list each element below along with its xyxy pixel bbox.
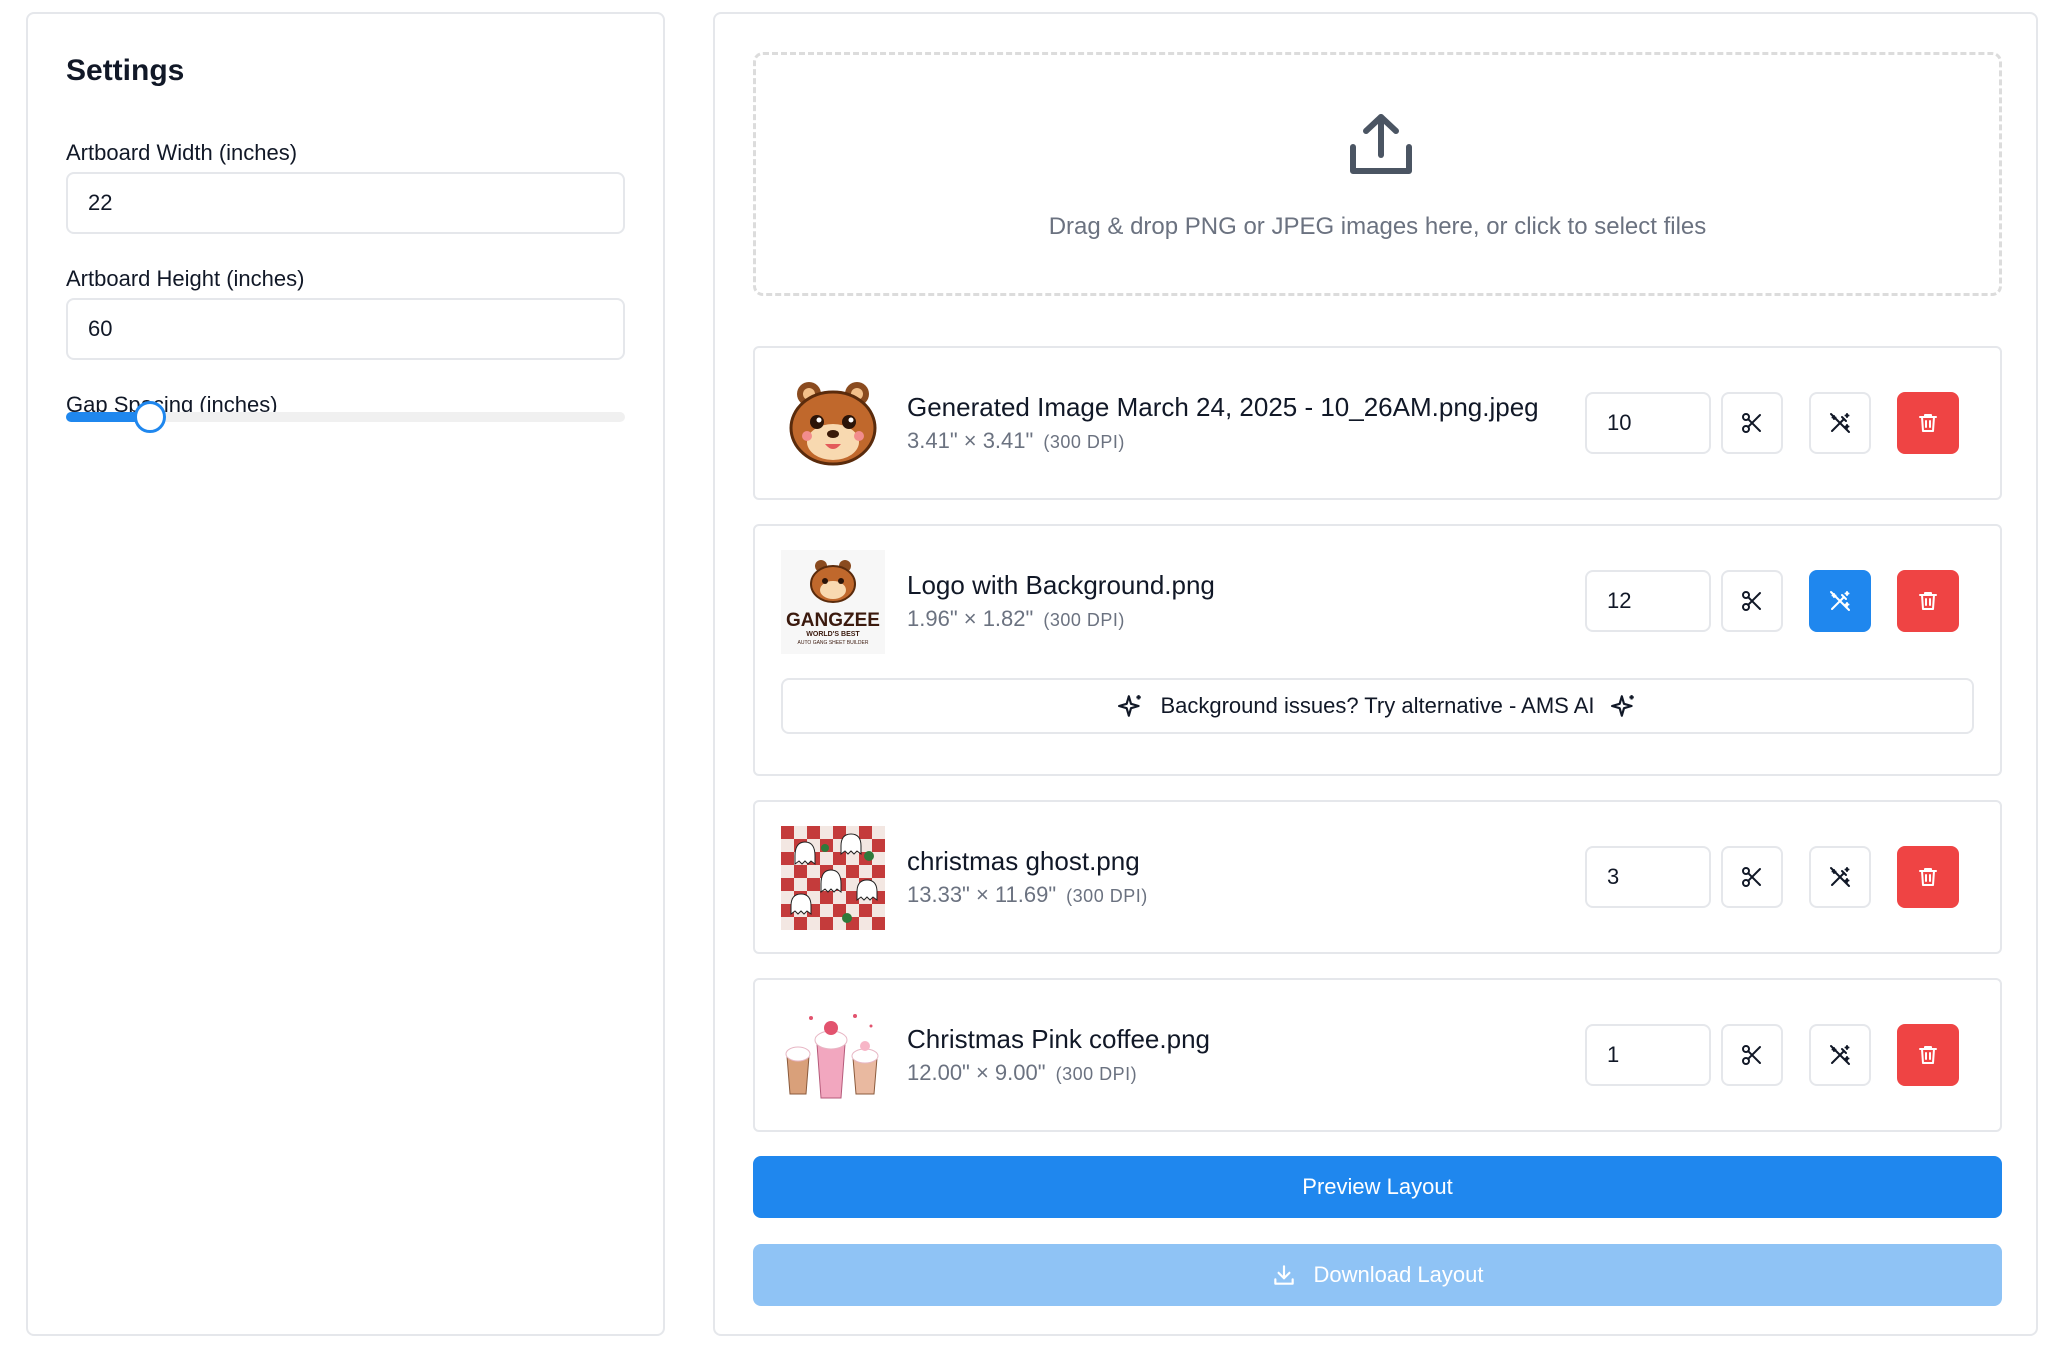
settings-panel: Settings Artboard Width (inches) Artboar… (26, 12, 665, 1336)
trash-icon (1919, 1046, 1937, 1064)
file-name: Generated Image March 24, 2025 - 10_26AM… (907, 392, 1539, 422)
file-dimensions: 3.41" × 3.41" (300 DPI) (907, 428, 1125, 453)
file-name: Christmas Pink coffee.png (907, 1024, 1210, 1054)
quantity-input[interactable] (1585, 846, 1711, 908)
file-card: christmas ghost.png 13.33" × 11.69" (300 … (753, 800, 2002, 954)
download-icon (1274, 1265, 1295, 1285)
artboard-height-label: Artboard Height (inches) (66, 266, 305, 291)
logo-thumbnail: GANGZEE WORLD'S BEST AUTO GANG SHEET BUI… (781, 550, 885, 654)
crop-button[interactable] (1721, 846, 1783, 908)
remove-background-button[interactable] (1809, 1024, 1871, 1086)
crop-button[interactable] (1721, 1024, 1783, 1086)
file-dimensions: 1.96" × 1.82" (300 DPI) (907, 606, 1125, 631)
upload-dropzone[interactable]: Drag & drop PNG or JPEG images here, or … (753, 52, 2002, 296)
artboard-width-input[interactable] (66, 172, 625, 234)
crop-button[interactable] (1721, 392, 1783, 454)
remove-background-button[interactable] (1809, 570, 1871, 632)
remove-background-button[interactable] (1809, 392, 1871, 454)
upload-icon (1350, 114, 1412, 174)
file-dimensions: 13.33" × 11.69" (300 DPI) (907, 882, 1148, 907)
pink-coffee-thumbnail (781, 1004, 885, 1108)
file-name: christmas ghost.png (907, 846, 1140, 876)
file-dimensions: 12.00" × 9.00" (300 DPI) (907, 1060, 1138, 1085)
squirrel-thumbnail (789, 382, 877, 466)
scissors-icon (1742, 867, 1761, 887)
remove-background-button[interactable] (1809, 846, 1871, 908)
preview-layout-button[interactable]: Preview Layout (753, 1156, 2002, 1218)
file-name: Logo with Background.png (907, 570, 1215, 600)
delete-button[interactable] (1897, 846, 1959, 908)
gap-spacing-slider[interactable] (66, 401, 625, 433)
file-card: Generated Image March 24, 2025 - 10_26AM… (753, 346, 2002, 500)
magic-wand-icon (1830, 1045, 1850, 1065)
download-layout-button[interactable]: Download Layout (753, 1244, 2002, 1306)
svg-text:GANGZEE: GANGZEE (786, 610, 880, 631)
trash-icon (1919, 868, 1937, 886)
trash-icon (1919, 414, 1937, 432)
artboard-width-label: Artboard Width (inches) (66, 140, 298, 165)
christmas-ghost-thumbnail (781, 826, 885, 930)
scissors-icon (1742, 591, 1761, 611)
sparkle-icon (1610, 695, 1634, 717)
artboard-height-input[interactable] (66, 298, 625, 360)
scissors-icon (1742, 1045, 1761, 1065)
crop-button[interactable] (1721, 570, 1783, 632)
settings-title: Settings (66, 54, 185, 87)
alternative-ai-label: Background issues? Try alternative - AMS… (1160, 693, 1595, 718)
scissors-icon (1742, 413, 1761, 433)
file-card: Christmas Pink coffee.png 12.00" × 9.00"… (753, 978, 2002, 1132)
magic-wand-icon (1830, 413, 1850, 433)
svg-text:AUTO GANG SHEET BUILDER: AUTO GANG SHEET BUILDER (798, 640, 869, 646)
magic-wand-icon (1830, 591, 1850, 611)
delete-button[interactable] (1897, 570, 1959, 632)
quantity-input[interactable] (1585, 392, 1711, 454)
download-layout-label: Download Layout (1313, 1262, 1484, 1287)
trash-icon (1919, 592, 1937, 610)
delete-button[interactable] (1897, 392, 1959, 454)
quantity-input[interactable] (1585, 1024, 1711, 1086)
slider-thumb[interactable] (133, 401, 166, 433)
dropzone-text: Drag & drop PNG or JPEG images here, or … (1048, 213, 1707, 240)
alternative-ai-button[interactable]: Background issues? Try alternative - AMS… (781, 678, 1974, 734)
svg-text:WORLD'S BEST: WORLD'S BEST (806, 631, 860, 638)
file-card: GANGZEE WORLD'S BEST AUTO GANG SHEET BUI… (753, 524, 2002, 776)
delete-button[interactable] (1897, 1024, 1959, 1086)
preview-layout-label: Preview Layout (1302, 1174, 1453, 1199)
sparkle-icon (1118, 695, 1142, 717)
main-panel: Drag & drop PNG or JPEG images here, or … (713, 12, 2038, 1336)
quantity-input[interactable] (1585, 570, 1711, 632)
magic-wand-icon (1830, 867, 1850, 887)
